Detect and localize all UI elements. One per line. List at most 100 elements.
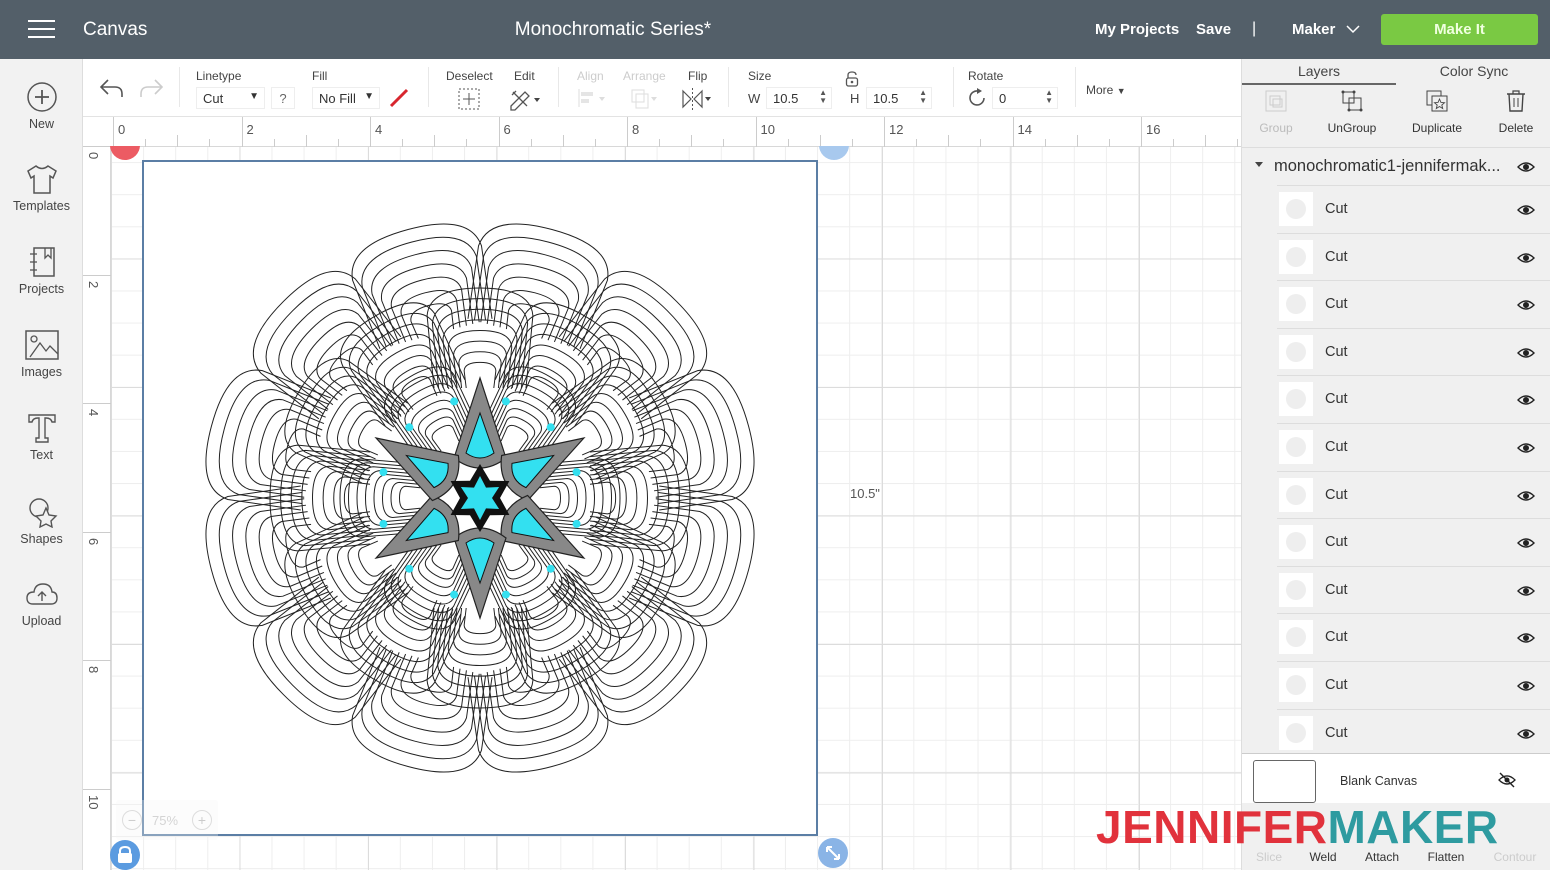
eye-icon[interactable] — [1517, 490, 1535, 502]
fill-value: No Fill — [319, 91, 356, 106]
ruler-label: 6 — [86, 537, 101, 545]
eye-hidden-icon[interactable] — [1498, 772, 1516, 788]
ruler-minor-tick — [948, 135, 950, 147]
sidebar-item-text[interactable]: Text — [0, 412, 83, 462]
sidebar-item-label: Shapes — [20, 532, 63, 546]
lock-icon — [118, 845, 132, 863]
outer-petal — [410, 657, 455, 693]
ruler-label: 2 — [86, 280, 101, 288]
stepper-icon[interactable]: ▲ ▼ — [919, 89, 927, 105]
eye-icon[interactable] — [1517, 252, 1535, 264]
ruler-minor-tick — [1108, 139, 1110, 147]
linetype-select[interactable]: Cut ▼ — [196, 87, 265, 109]
linetype-help-button[interactable]: ? — [271, 87, 295, 109]
flip-icon[interactable] — [680, 87, 714, 111]
scale-handle[interactable] — [818, 838, 848, 868]
sidebar-item-shapes[interactable]: Shapes — [0, 496, 83, 546]
ruler-minor-tick — [1237, 139, 1239, 147]
eye-icon[interactable] — [1517, 632, 1535, 644]
undo-icon[interactable] — [99, 77, 125, 99]
deselect-icon[interactable] — [457, 87, 481, 111]
machine-select[interactable]: Maker — [1292, 21, 1335, 38]
zoom-out-button[interactable]: − — [122, 810, 142, 830]
more-button[interactable]: More ▼ — [1086, 83, 1126, 97]
redo-icon[interactable] — [138, 77, 164, 99]
height-input[interactable]: 10.5 ▲ ▼ — [866, 87, 932, 109]
lock-aspect-icon[interactable] — [845, 71, 859, 87]
duplicate-button[interactable]: Duplicate — [1397, 89, 1477, 135]
ruler-label: 14 — [1017, 122, 1032, 137]
collapse-caret-icon[interactable] — [1255, 162, 1263, 167]
blank-canvas-row[interactable]: Blank Canvas — [1242, 753, 1550, 803]
group-button: Group — [1236, 89, 1316, 135]
dropdown-arrow-icon: ▼ — [249, 91, 259, 102]
layer-row[interactable]: Cut — [1277, 565, 1550, 614]
mandala-design[interactable] — [144, 162, 816, 834]
eye-icon[interactable] — [1517, 442, 1535, 454]
eye-icon[interactable] — [1517, 394, 1535, 406]
sidebar-item-upload[interactable]: Upload — [0, 580, 83, 628]
layer-row[interactable]: Cut — [1277, 470, 1550, 519]
accent-dot — [572, 519, 581, 528]
ruler-minor-tick — [145, 139, 147, 147]
outer-petal — [285, 523, 321, 568]
layer-row[interactable]: Cut — [1277, 423, 1550, 471]
chevron-down-icon[interactable] — [1346, 22, 1360, 36]
layer-row[interactable]: Cut — [1277, 280, 1550, 328]
ruler-label: 8 — [632, 122, 640, 137]
document-title[interactable]: Monochromatic Series* — [0, 19, 1226, 41]
selection-bounding-box[interactable] — [142, 160, 818, 836]
sidebar-item-images[interactable]: Images — [0, 329, 83, 379]
stepper-icon[interactable]: ▲ ▼ — [1045, 89, 1053, 105]
layer-name: Cut — [1325, 201, 1348, 217]
delete-button[interactable]: Delete — [1476, 89, 1550, 135]
eye-icon[interactable] — [1517, 161, 1535, 173]
eye-icon[interactable] — [1517, 299, 1535, 311]
layer-row[interactable]: Cut — [1277, 375, 1550, 423]
outer-petal — [563, 283, 695, 415]
edit-tools-icon[interactable] — [508, 87, 542, 111]
layer-row[interactable]: Cut — [1277, 613, 1550, 661]
sidebar-item-label: Images — [21, 365, 62, 379]
eye-icon[interactable] — [1517, 347, 1535, 359]
eye-icon[interactable] — [1517, 585, 1535, 597]
layer-row[interactable]: Cut — [1277, 232, 1550, 281]
outer-petal — [285, 428, 321, 473]
lock-handle[interactable] — [110, 840, 140, 870]
tab-color-sync[interactable]: Color Sync — [1397, 59, 1550, 85]
ungroup-button[interactable]: UnGroup — [1312, 89, 1392, 135]
watermark-logo: JENNIFERMAKER — [1096, 800, 1499, 854]
save-link[interactable]: Save — [1196, 21, 1231, 38]
tab-layers[interactable]: Layers — [1242, 59, 1396, 85]
layer-row[interactable]: Cut — [1277, 327, 1550, 376]
my-projects-link[interactable]: My Projects — [1095, 21, 1179, 38]
toolbar-divider — [179, 67, 180, 107]
stepper-icon[interactable]: ▲ ▼ — [819, 89, 827, 105]
width-input[interactable]: 10.5 ▲ ▼ — [766, 87, 832, 109]
sidebar-item-projects[interactable]: Projects — [0, 246, 83, 296]
accent-dot — [546, 423, 555, 432]
eye-icon[interactable] — [1517, 728, 1535, 740]
make-it-button[interactable]: Make It — [1381, 14, 1538, 45]
eye-icon[interactable] — [1517, 537, 1535, 549]
zoom-in-button[interactable]: + — [192, 810, 212, 830]
no-fill-swatch-icon[interactable] — [388, 87, 410, 109]
layer-row[interactable]: Cut — [1277, 708, 1550, 757]
layer-row[interactable]: Cut — [1277, 518, 1550, 566]
layer-group-row[interactable]: monochromatic1-jennifermak... — [1242, 147, 1550, 185]
layer-name: Cut — [1325, 391, 1348, 408]
eye-icon[interactable] — [1517, 204, 1535, 216]
eye-icon[interactable] — [1517, 680, 1535, 692]
layer-row[interactable]: Cut — [1277, 185, 1550, 233]
fill-select[interactable]: No Fill ▼ — [312, 87, 380, 109]
sidebar-item-new[interactable]: New — [0, 81, 83, 131]
middle-petal — [589, 465, 649, 531]
rotate-input[interactable]: 0 ▲ ▼ — [992, 87, 1058, 109]
layer-thumbnail — [1279, 477, 1313, 512]
height-value: 10.5 — [873, 91, 899, 106]
accent-dot — [379, 519, 388, 528]
ruler-tick — [1141, 117, 1142, 147]
layer-row[interactable]: Cut — [1277, 661, 1550, 709]
sidebar-item-templates[interactable]: Templates — [0, 163, 83, 213]
ruler-tick — [83, 403, 111, 404]
